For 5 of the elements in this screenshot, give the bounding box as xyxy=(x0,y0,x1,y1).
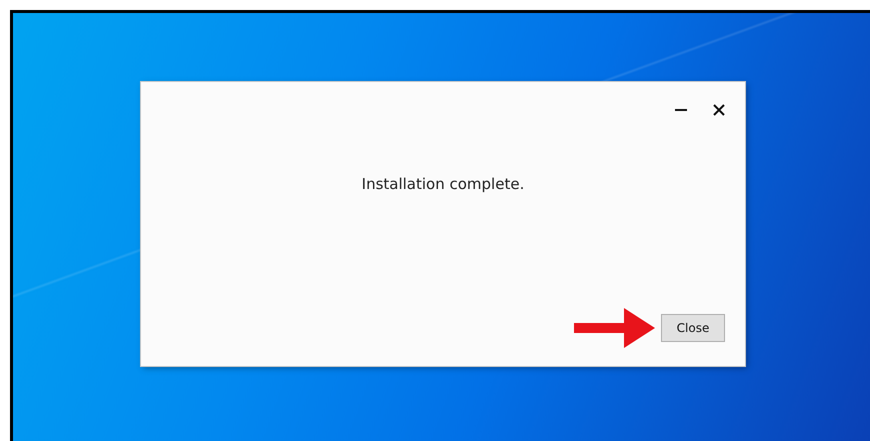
dialog-message: Installation complete. xyxy=(360,175,526,193)
arrow-icon xyxy=(574,308,655,348)
close-button[interactable]: Close xyxy=(661,314,725,342)
minimize-icon[interactable] xyxy=(675,108,687,110)
close-icon[interactable] xyxy=(713,104,725,116)
